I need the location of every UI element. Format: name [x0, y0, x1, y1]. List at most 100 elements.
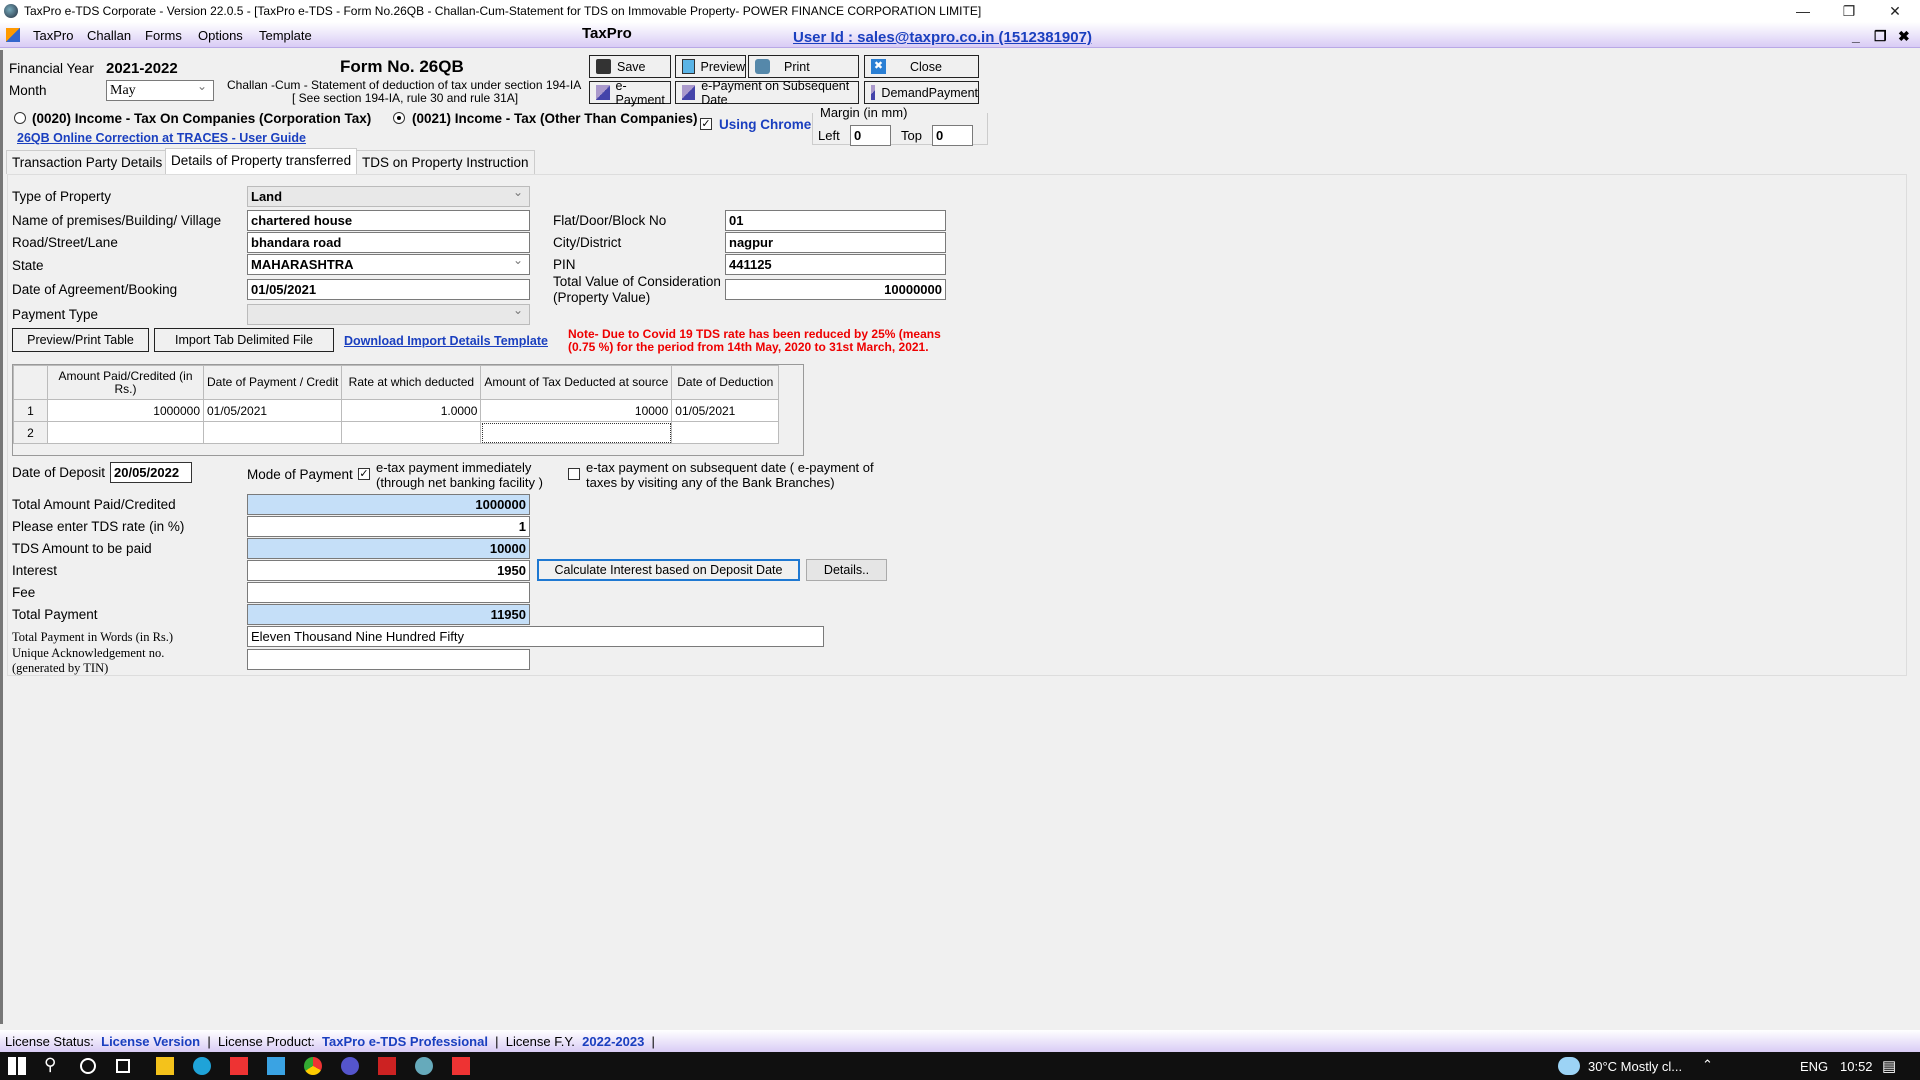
app-icon[interactable]: [341, 1057, 359, 1075]
type-of-property-select[interactable]: Land: [247, 186, 530, 207]
download-template-link[interactable]: Download Import Details Template: [344, 334, 548, 348]
etax-subsequent-label: e-tax payment on subsequent date ( e-pay…: [586, 460, 874, 475]
start-icon[interactable]: [8, 1057, 26, 1075]
calculate-interest-button[interactable]: Calculate Interest based on Deposit Date: [537, 559, 800, 581]
outlook-icon[interactable]: [156, 1057, 174, 1075]
month-select[interactable]: May: [106, 80, 214, 101]
preview-icon: [682, 59, 695, 74]
search-icon[interactable]: ⚲: [44, 1055, 62, 1074]
etax-immediate-checkbox[interactable]: ✓: [358, 468, 370, 480]
taxpro-icon[interactable]: [415, 1057, 433, 1075]
user-id-link[interactable]: User Id : sales@taxpro.co.in (1512381907…: [793, 29, 1092, 46]
cortana-icon[interactable]: [80, 1058, 96, 1074]
preview-print-table-button[interactable]: Preview/Print Table: [12, 328, 149, 352]
epayment-icon: [682, 85, 696, 100]
menu-taxpro[interactable]: TaxPro: [33, 28, 73, 43]
mdi-minimize-button[interactable]: _: [1852, 28, 1860, 44]
cell-date-deduction[interactable]: 01/05/2021: [671, 399, 780, 422]
payment-type-select[interactable]: [247, 304, 530, 325]
etax-subsequent-checkbox[interactable]: [568, 468, 580, 480]
license-product-label: License Product:: [217, 1034, 315, 1049]
premises-input[interactable]: chartered house: [247, 210, 530, 231]
demand-payment-button[interactable]: DemandPayment: [864, 81, 979, 104]
chrome-icon[interactable]: [304, 1057, 322, 1075]
radio-0020[interactable]: [14, 112, 26, 124]
menu-forms[interactable]: Forms: [145, 28, 182, 43]
epayment-button[interactable]: e-Payment: [589, 79, 671, 107]
col-date-of-payment[interactable]: Date of Payment / Credit: [202, 365, 343, 400]
date-of-deposit-input[interactable]: 20/05/2022: [110, 462, 192, 483]
app-icon: [4, 4, 18, 18]
agreement-date-input[interactable]: 01/05/2021: [247, 279, 530, 300]
tray-chevron-icon[interactable]: ⌃: [1702, 1057, 1713, 1073]
app-icon[interactable]: [378, 1057, 396, 1075]
margin-top-input[interactable]: 0: [932, 125, 973, 146]
close-button[interactable]: ✖ Close: [864, 55, 979, 78]
edge-icon[interactable]: [193, 1057, 211, 1075]
anydesk-icon[interactable]: [452, 1057, 470, 1075]
desktop-icon[interactable]: [267, 1057, 285, 1075]
mdi-close-button[interactable]: ✖: [1898, 28, 1910, 45]
interest-input[interactable]: 1950: [247, 560, 530, 581]
maximize-button[interactable]: ❐: [1826, 0, 1872, 22]
save-button[interactable]: Save: [589, 55, 671, 78]
traces-guide-link[interactable]: 26QB Online Correction at TRACES - User …: [17, 131, 306, 145]
clock[interactable]: 10:52: [1840, 1059, 1873, 1074]
close-window-button[interactable]: ✕: [1872, 0, 1918, 22]
cell-rate[interactable]: 1.0000: [341, 399, 482, 422]
ack-input[interactable]: [247, 649, 530, 670]
row-number[interactable]: 2: [13, 421, 48, 444]
radio-0021[interactable]: [393, 112, 405, 124]
license-fy-label: License F.Y.: [505, 1034, 575, 1049]
pin-input[interactable]: 441125: [725, 254, 946, 275]
language-indicator[interactable]: ENG: [1800, 1059, 1828, 1074]
tab-tds-instruction[interactable]: TDS on Property Instruction: [356, 150, 535, 174]
task-view-icon[interactable]: [116, 1059, 130, 1073]
cell-date-payment[interactable]: [202, 421, 343, 444]
payment-type-label: Payment Type: [12, 307, 99, 322]
col-amount-paid[interactable]: Amount Paid/Credited (in Rs.): [47, 365, 204, 400]
road-input[interactable]: bhandara road: [247, 232, 530, 253]
notifications-icon[interactable]: ▤: [1882, 1057, 1896, 1075]
covid-note-line1: Note- Due to Covid 19 TDS rate has been …: [568, 327, 941, 341]
cell-tax[interactable]: 10000: [480, 399, 673, 422]
menu-challan[interactable]: Challan: [87, 28, 131, 43]
fee-input[interactable]: [247, 582, 530, 603]
cell-amount[interactable]: [47, 421, 204, 444]
cell-rate[interactable]: [341, 421, 482, 444]
col-date-of-deduction[interactable]: Date of Deduction: [671, 365, 780, 400]
minimize-button[interactable]: —: [1780, 0, 1826, 22]
type-of-property-label: Type of Property: [12, 189, 112, 204]
mdi-restore-button[interactable]: ❐: [1874, 28, 1887, 45]
epayment-subsequent-button[interactable]: e-Payment on Subsequent Date: [675, 79, 859, 107]
col-tax-deducted[interactable]: Amount of Tax Deducted at source: [480, 365, 673, 400]
margin-left-input[interactable]: 0: [850, 125, 891, 146]
anydesk-icon[interactable]: [230, 1057, 248, 1075]
import-file-button[interactable]: Import Tab Delimited File: [154, 328, 334, 352]
month-label: Month: [9, 83, 47, 98]
menu-template[interactable]: Template: [259, 28, 312, 43]
menu-options[interactable]: Options: [198, 28, 243, 43]
tab-transaction-party-details[interactable]: Transaction Party Details: [6, 150, 169, 174]
col-rate[interactable]: Rate at which deducted: [341, 365, 482, 400]
margin-left-label: Left: [818, 128, 840, 143]
tab-details-of-property[interactable]: Details of Property transferred: [165, 148, 358, 175]
cell-date-deduction[interactable]: [671, 421, 780, 444]
using-chrome-checkbox[interactable]: ✓: [700, 118, 712, 130]
consideration-input[interactable]: 10000000: [725, 279, 946, 300]
cell-tax[interactable]: [480, 421, 673, 444]
license-status-label: License Status:: [5, 1034, 94, 1049]
row-number[interactable]: 1: [13, 399, 48, 422]
menu-bar: TaxPro Challan Forms Options Template Ta…: [0, 22, 1920, 48]
cell-date-payment[interactable]: 01/05/2021: [202, 399, 343, 422]
print-button[interactable]: Print: [748, 55, 859, 78]
flat-input[interactable]: 01: [725, 210, 946, 231]
preview-button[interactable]: Preview: [675, 55, 746, 78]
weather-text[interactable]: 30°C Mostly cl...: [1588, 1059, 1682, 1074]
cell-amount[interactable]: 1000000: [47, 399, 204, 422]
state-select[interactable]: MAHARASHTRA: [247, 254, 530, 275]
details-button[interactable]: Details..: [806, 559, 887, 581]
tds-rate-input[interactable]: 1: [247, 516, 530, 537]
radio-0020-label: (0020) Income - Tax On Companies (Corpor…: [32, 111, 372, 126]
city-input[interactable]: nagpur: [725, 232, 946, 253]
